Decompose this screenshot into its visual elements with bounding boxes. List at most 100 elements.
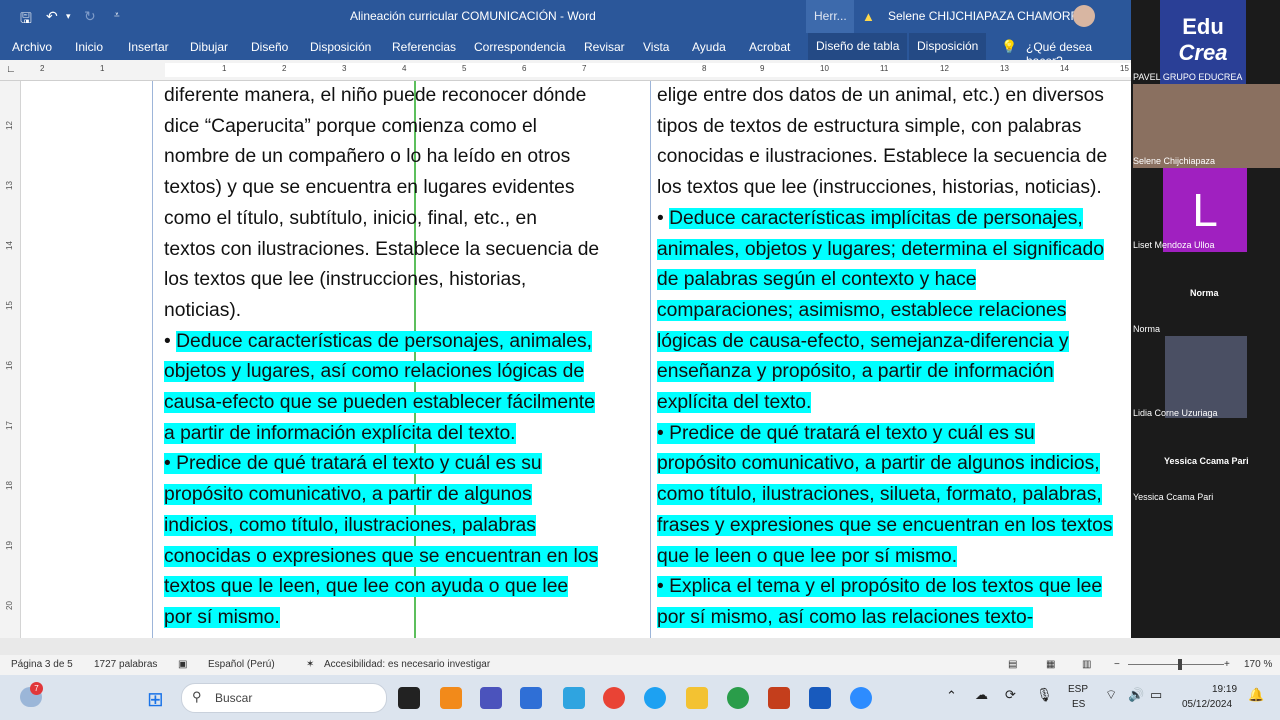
undo-icon[interactable]: ↶ bbox=[46, 8, 58, 25]
zoom-app-icon[interactable] bbox=[850, 687, 872, 709]
clock-time[interactable]: 19:19 bbox=[1212, 684, 1237, 695]
wifi-icon[interactable]: ⌔ bbox=[1105, 687, 1117, 703]
windows-start-icon[interactable]: ⊞ bbox=[147, 687, 164, 712]
document-line[interactable]: elige entre dos datos de un animal, etc.… bbox=[657, 81, 1131, 112]
page-count[interactable]: Página 3 de 5 bbox=[11, 659, 73, 670]
tab-disposicion-tabla[interactable]: Disposición bbox=[909, 33, 987, 60]
language-indicator[interactable]: Español (Perú) bbox=[208, 659, 275, 670]
document-canvas[interactable]: diferente manera, el niño puede reconoce… bbox=[21, 81, 1131, 638]
search-box[interactable]: Herr... bbox=[806, 0, 854, 33]
document-line[interactable]: indicios, como título, ilustraciones, pa… bbox=[164, 511, 642, 542]
tab-acrobat[interactable]: Acrobat bbox=[749, 40, 790, 54]
document-line[interactable]: como título, ilustraciones, silueta, for… bbox=[657, 480, 1131, 511]
zoom-slider-thumb[interactable] bbox=[1178, 659, 1182, 670]
tab-archivo[interactable]: Archivo bbox=[12, 40, 52, 54]
powerpoint-icon[interactable] bbox=[768, 687, 790, 709]
store-icon[interactable] bbox=[520, 687, 542, 709]
document-line[interactable]: • Predice de qué tratará el texto y cuál… bbox=[657, 419, 1131, 450]
document-line[interactable]: de palabras según el contexto y hace bbox=[657, 265, 1131, 296]
document-line[interactable]: explícita del texto. bbox=[657, 388, 1131, 419]
zoom-slider[interactable] bbox=[1128, 664, 1224, 665]
tab-diseno[interactable]: Diseño bbox=[251, 40, 288, 54]
document-line[interactable]: • Predice de qué tratará el texto y cuál… bbox=[164, 449, 642, 480]
document-line[interactable]: a partir de información explícita del te… bbox=[164, 419, 642, 450]
document-line[interactable]: • Deduce características de personajes, … bbox=[164, 327, 642, 358]
chrome-icon[interactable] bbox=[603, 687, 625, 709]
document-line[interactable]: propósito comunicativo, a partir de algu… bbox=[657, 449, 1131, 480]
web-layout-icon[interactable]: ▥ bbox=[1082, 659, 1091, 670]
document-line[interactable]: los textos que lee (instrucciones, histo… bbox=[164, 265, 642, 296]
participant-photo-lidia[interactable] bbox=[1165, 336, 1247, 418]
tab-disposicion[interactable]: Disposición bbox=[310, 40, 371, 54]
clock-date[interactable]: 05/12/2024 bbox=[1182, 699, 1232, 710]
tab-diseno-de-tabla[interactable]: Diseño de tabla bbox=[808, 33, 908, 60]
tab-vista[interactable]: Vista bbox=[643, 40, 669, 54]
document-line[interactable]: por sí mismo, así como las relaciones te… bbox=[657, 603, 1131, 634]
user-avatar[interactable] bbox=[1073, 5, 1095, 27]
redo-icon[interactable]: ↻ bbox=[84, 8, 96, 25]
document-line[interactable]: animales, objetos y lugares; determina e… bbox=[657, 235, 1131, 266]
volume-icon[interactable]: 🔊 bbox=[1128, 687, 1144, 703]
sync-icon[interactable]: ⟳ bbox=[1005, 687, 1016, 703]
word-count[interactable]: 1727 palabras bbox=[94, 659, 157, 670]
chevron-up-icon[interactable]: ⌃ bbox=[946, 688, 957, 704]
document-line[interactable]: textos con ilustraciones. Establece la s… bbox=[164, 235, 642, 266]
proofing-icon[interactable]: ▣ bbox=[178, 659, 187, 670]
word-icon[interactable] bbox=[809, 687, 831, 709]
tab-correspondencia[interactable]: Correspondencia bbox=[474, 40, 565, 54]
input-language-secondary[interactable]: ES bbox=[1072, 699, 1085, 710]
file-explorer-icon[interactable] bbox=[686, 687, 708, 709]
document-line[interactable]: objetos y lugares, así como relaciones l… bbox=[164, 357, 642, 388]
microphone-icon[interactable]: 🎙 bbox=[1036, 687, 1053, 703]
chrome-profile-icon[interactable] bbox=[727, 687, 749, 709]
document-line[interactable]: textos) y que se encuentra en lugares ev… bbox=[164, 173, 642, 204]
document-line[interactable]: por sí mismo. bbox=[164, 603, 642, 634]
tab-dibujar[interactable]: Dibujar bbox=[190, 40, 228, 54]
warning-icon[interactable]: ▲ bbox=[862, 9, 875, 24]
print-layout-icon[interactable]: ▦ bbox=[1046, 659, 1055, 670]
notifications-icon[interactable]: 🔔 bbox=[1248, 687, 1264, 703]
document-line[interactable]: frases y expresiones que se encuentran e… bbox=[657, 511, 1131, 542]
save-icon[interactable]: 🖫 bbox=[20, 8, 32, 32]
teams-icon[interactable] bbox=[480, 687, 502, 709]
document-line[interactable]: textos que le leen, que lee con ayuda o … bbox=[164, 572, 642, 603]
document-line[interactable]: que le leen o que lee por sí mismo. bbox=[657, 542, 1131, 573]
vertical-ruler[interactable]: 12 13 14 15 16 17 18 19 20 bbox=[0, 81, 21, 638]
tab-selector-icon[interactable]: ∟ bbox=[6, 64, 16, 75]
undo-dropdown-icon[interactable]: ▾ bbox=[66, 11, 71, 22]
document-line[interactable]: lógicas de causa-efecto, semejanza-difer… bbox=[657, 327, 1131, 358]
customize-quick-access-icon[interactable]: ⩡ bbox=[114, 10, 120, 21]
tab-inicio[interactable]: Inicio bbox=[75, 40, 103, 54]
document-line[interactable]: como el título, subtítulo, inicio, final… bbox=[164, 204, 642, 235]
table-cell-left[interactable]: diferente manera, el niño puede reconoce… bbox=[164, 81, 642, 634]
task-view-icon[interactable] bbox=[398, 687, 420, 709]
document-line[interactable]: noticias). bbox=[164, 296, 642, 327]
taskbar-search[interactable]: ⚲ Buscar bbox=[181, 683, 387, 713]
document-line[interactable]: • Deduce características implícitas de p… bbox=[657, 204, 1131, 235]
zoom-level[interactable]: 170 % bbox=[1244, 659, 1272, 670]
read-mode-icon[interactable]: ▤ bbox=[1008, 659, 1017, 670]
document-line[interactable]: los textos que lee (instrucciones, histo… bbox=[657, 173, 1131, 204]
tab-revisar[interactable]: Revisar bbox=[584, 40, 625, 54]
document-line[interactable]: causa-efecto que se pueden establecer fá… bbox=[164, 388, 642, 419]
tab-ayuda[interactable]: Ayuda bbox=[692, 40, 726, 54]
document-line[interactable]: comparaciones; asimismo, establece relac… bbox=[657, 296, 1131, 327]
accessibility-status[interactable]: Accesibilidad: es necesario investigar bbox=[324, 659, 490, 670]
document-line[interactable]: enseñanza y propósito, a partir de infor… bbox=[657, 357, 1131, 388]
tab-insertar[interactable]: Insertar bbox=[128, 40, 169, 54]
document-line[interactable]: dice “Caperucita” porque comienza como e… bbox=[164, 112, 642, 143]
vlc-icon[interactable] bbox=[440, 687, 462, 709]
horizontal-ruler[interactable]: ∟ 2 1 1 2 3 4 5 6 7 8 9 10 11 12 13 14 1… bbox=[0, 60, 1131, 81]
document-line[interactable]: conocidas o expresiones que se encuentra… bbox=[164, 542, 642, 573]
input-language-primary[interactable]: ESP bbox=[1068, 684, 1088, 695]
document-line[interactable]: conocidas e ilustraciones. Establece la … bbox=[657, 142, 1131, 173]
document-line[interactable]: tipos de textos de estructura simple, co… bbox=[657, 112, 1131, 143]
tab-referencias[interactable]: Referencias bbox=[392, 40, 456, 54]
document-line[interactable]: • Explica el tema y el propósito de los … bbox=[657, 572, 1131, 603]
accessibility-icon[interactable]: ✶ bbox=[306, 659, 314, 670]
edge-icon[interactable] bbox=[644, 687, 666, 709]
document-line[interactable]: diferente manera, el niño puede reconoce… bbox=[164, 81, 642, 112]
zoom-in-icon[interactable]: + bbox=[1224, 659, 1230, 670]
user-name[interactable]: Selene CHIJCHIAPAZA CHAMORRO bbox=[888, 9, 1089, 23]
app-icon[interactable] bbox=[563, 687, 585, 709]
